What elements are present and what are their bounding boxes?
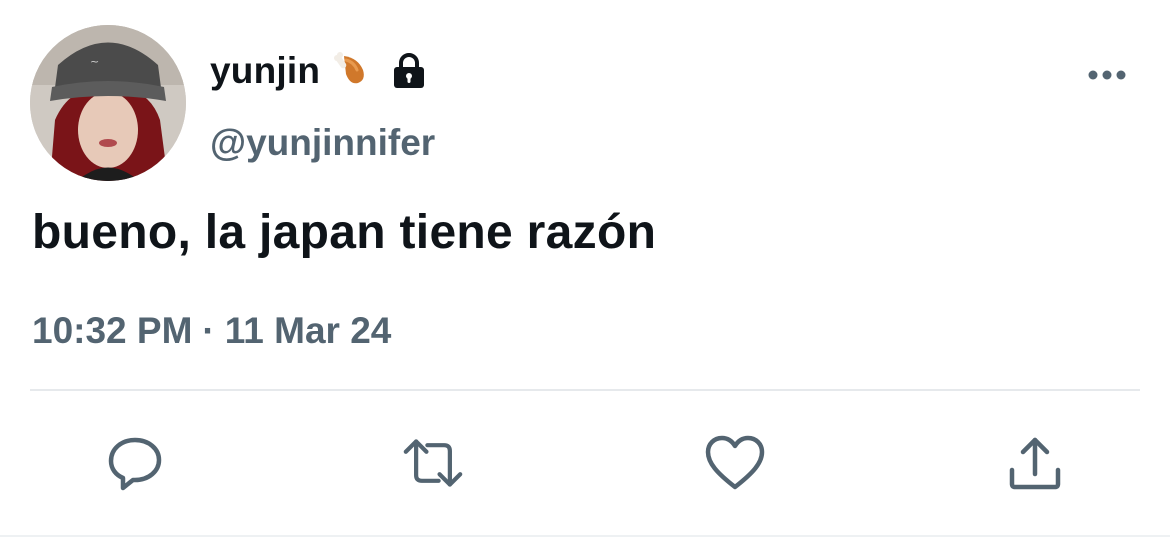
heart-icon xyxy=(705,435,765,490)
like-button[interactable] xyxy=(705,433,765,493)
tweet-timestamp[interactable]: 10:32 PM · 11 Mar 24 xyxy=(32,310,391,352)
poultry-leg-emoji-icon xyxy=(334,52,364,84)
display-name[interactable]: yunjin xyxy=(210,50,320,92)
meta-separator: · xyxy=(202,310,215,351)
retweet-icon xyxy=(403,439,463,487)
bottom-divider xyxy=(0,535,1170,537)
comment-icon xyxy=(108,437,162,491)
avatar[interactable]: ~ xyxy=(30,25,186,181)
svg-text:~: ~ xyxy=(90,55,99,68)
tweet-time: 10:32 PM xyxy=(32,310,193,351)
user-handle[interactable]: @yunjinnifer xyxy=(210,122,435,164)
retweet-button[interactable] xyxy=(403,433,463,493)
reply-button[interactable] xyxy=(105,433,165,493)
divider xyxy=(30,389,1140,391)
avatar-image: ~ xyxy=(30,25,186,181)
more-options-button[interactable] xyxy=(1086,66,1128,84)
more-dots-icon xyxy=(1088,70,1126,80)
name-row: yunjin xyxy=(210,48,428,94)
lock-icon xyxy=(394,53,425,88)
tweet-text: bueno, la japan tiene razón xyxy=(32,206,657,259)
share-button[interactable] xyxy=(1005,433,1065,493)
tweet-date: 11 Mar 24 xyxy=(224,310,392,351)
share-icon xyxy=(1009,437,1061,490)
